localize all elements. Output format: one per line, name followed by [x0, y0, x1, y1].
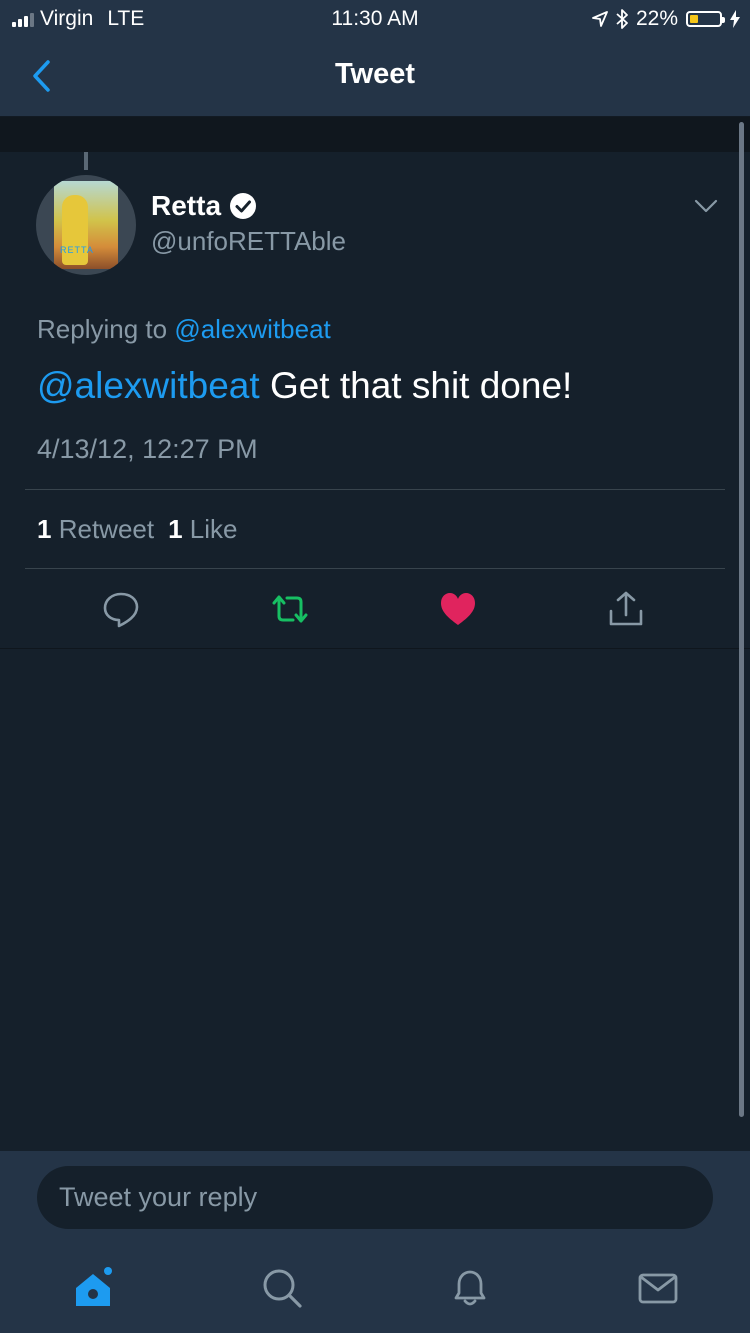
status-right: 22% [592, 7, 740, 31]
notifications-bell-icon[interactable] [448, 1266, 492, 1310]
avatar[interactable]: RETTA [36, 175, 136, 275]
avatar-book-title: RETTA [60, 245, 94, 255]
tweet-body: Get that shit done! [259, 365, 573, 406]
tweet-text: @alexwitbeat Get that shit done! [37, 365, 572, 407]
timestamp: 4/13/12, 12:27 PM [37, 434, 258, 464]
battery-icon [686, 11, 725, 27]
search-icon[interactable] [260, 1266, 304, 1310]
retweet-label: Retweet [58, 514, 155, 544]
share-icon[interactable] [606, 589, 646, 629]
page-title: Tweet [334, 58, 416, 90]
replying-to-link[interactable]: @alexwitbeat [174, 314, 330, 344]
home-icon[interactable] [72, 1266, 116, 1310]
engagement-stats: 1 Retweet 1 Like [37, 514, 238, 545]
battery-percent: 22% [635, 7, 678, 30]
chevron-down-icon[interactable] [694, 198, 718, 214]
retweet-count: 1 [37, 514, 52, 544]
retweet-icon[interactable] [270, 589, 310, 629]
avatar-image: RETTA [54, 181, 118, 269]
tab-bar [0, 1246, 750, 1333]
reply-bar [0, 1151, 750, 1246]
like-label: Like [189, 514, 238, 544]
divider [25, 489, 725, 490]
likes-stat[interactable]: 1 Like [168, 514, 237, 545]
conversation-gap [0, 117, 750, 152]
mention-link[interactable]: @alexwitbeat [37, 365, 260, 406]
replying-prefix: Replying to [37, 314, 168, 344]
verified-badge-icon [230, 193, 257, 219]
reply-icon[interactable] [101, 589, 141, 629]
tweet-detail: RETTA Retta @unfoRETTAble Replying to @a… [0, 152, 750, 649]
like-count: 1 [168, 514, 183, 544]
retweets-stat[interactable]: 1 Retweet [37, 514, 154, 545]
divider [25, 568, 725, 569]
nav-bar: Tweet [0, 38, 750, 117]
scrollbar[interactable] [739, 122, 744, 1117]
reply-input[interactable] [37, 1166, 713, 1229]
display-name[interactable]: Retta [151, 190, 221, 222]
charging-bolt-icon [730, 10, 740, 28]
author-handle[interactable]: @unfoRETTAble [151, 226, 346, 257]
status-bar: Virgin LTE 11:30 AM 22% [0, 0, 750, 38]
like-heart-icon[interactable] [438, 589, 478, 629]
messages-envelope-icon[interactable] [636, 1266, 680, 1310]
bluetooth-icon [616, 9, 628, 29]
replying-to: Replying to @alexwitbeat [37, 314, 331, 345]
location-arrow-icon [592, 11, 608, 27]
author-name-row[interactable]: Retta [151, 190, 257, 222]
thread-line [84, 152, 88, 170]
